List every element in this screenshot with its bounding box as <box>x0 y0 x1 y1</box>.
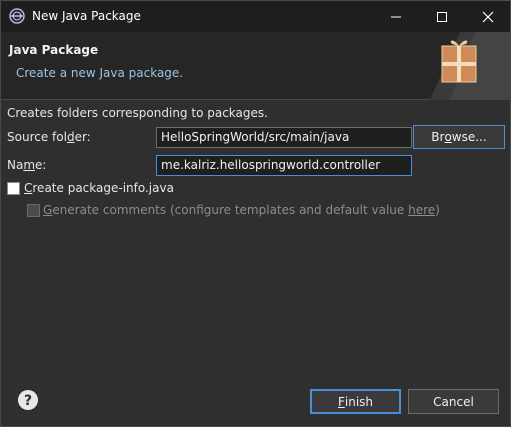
wizard-banner: Java Package Create a new Java package. <box>1 32 510 100</box>
browse-label-part: Br <box>431 130 445 144</box>
browse-mnemonic: o <box>444 130 452 144</box>
generate-comments-note: (configure templates and default value <box>169 203 409 217</box>
finish-button[interactable]: Finish <box>310 389 401 414</box>
name-mnemonic: m <box>23 158 36 172</box>
title-bar[interactable]: New Java Package <box>1 1 510 32</box>
intro-text: Creates folders corresponding to package… <box>7 106 268 120</box>
help-icon[interactable]: ? <box>17 389 39 411</box>
name-label-part: e: <box>35 158 47 172</box>
close-button[interactable] <box>466 1 510 32</box>
finish-mnemonic: F <box>337 394 345 409</box>
source-folder-label-part: Source fol <box>7 130 67 144</box>
eclipse-app-icon <box>9 8 25 24</box>
new-java-package-dialog: New Java Package Java Package Create a n… <box>0 0 511 427</box>
generate-comments-note-end: ) <box>435 203 440 217</box>
maximize-icon <box>437 11 447 22</box>
generate-comments-checkbox[interactable] <box>27 204 40 217</box>
banner-title: Java Package <box>9 43 99 57</box>
create-package-info-label[interactable]: Create package-info.java <box>24 181 174 195</box>
source-folder-label-part: er: <box>74 130 91 144</box>
minimize-icon <box>391 16 401 17</box>
generate-comments-label-part: enerate comments <box>52 203 167 217</box>
svg-text:?: ? <box>24 393 32 409</box>
package-wizard-icon <box>430 32 510 100</box>
close-icon <box>482 11 494 22</box>
generate-comments-label: Generate comments (configure templates a… <box>43 203 440 217</box>
finish-label-part: inish <box>344 394 374 409</box>
cancel-button[interactable]: Cancel <box>408 389 499 414</box>
name-label-part: Na <box>7 158 24 172</box>
maximize-button[interactable] <box>420 1 464 32</box>
browse-button[interactable]: Br o wse... <box>413 125 505 149</box>
create-package-info-checkbox[interactable] <box>7 182 20 195</box>
create-package-info-label-part: reate package-info.java <box>32 181 174 195</box>
generate-comments-mnemonic: G <box>43 203 53 217</box>
package-name-input[interactable]: me.kalriz.hellospringworld.controller <box>156 155 412 176</box>
banner-description: Create a new Java package. <box>16 66 184 80</box>
configure-templates-link[interactable]: here <box>408 203 435 217</box>
name-label: Name: <box>7 158 46 172</box>
source-folder-label: Source folder: <box>7 130 91 144</box>
minimize-button[interactable] <box>374 1 418 32</box>
window-title: New Java Package <box>32 9 141 23</box>
browse-label-part: wse... <box>451 130 487 144</box>
source-folder-input[interactable]: HelloSpringWorld/src/main/java <box>156 127 412 148</box>
source-folder-mnemonic: d <box>66 130 75 144</box>
